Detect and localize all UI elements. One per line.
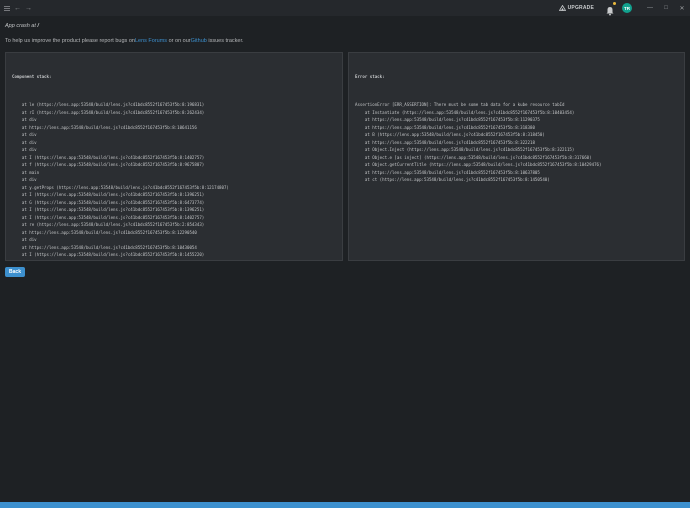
error-stack-line: at Object.getCurrentTitle (https://lens.… <box>355 162 602 167</box>
error-stack-line: at ct (https://lens.app:53548/build/lens… <box>355 177 550 182</box>
component-stack-line: at rI (https://lens.app:53548/build/lens… <box>12 109 205 115</box>
notification-badge <box>613 2 616 5</box>
component-stack-line: at https://lens.app:53548/build/lens.js?… <box>12 259 336 261</box>
component-stack-line: at div <box>12 117 37 122</box>
upgrade-icon <box>558 5 566 11</box>
component-stack-line: at I (https://lens.app:53548/build/lens.… <box>12 207 205 212</box>
error-stack-line: at https://lens.app:53548/build/lens.js?… <box>355 117 540 122</box>
title-prefix: App crash at <box>5 23 36 29</box>
component-stack-line: at https://lens.app:53548/build/lens.js?… <box>12 124 197 130</box>
component-stack-lines: at le (https://lens.app:53548/build/lens… <box>12 101 336 261</box>
component-stack-line: at I (https://lens.app:53548/build/lens.… <box>12 214 205 220</box>
error-stack-header: Error stack: <box>355 74 385 79</box>
component-stack-line: at re (https://lens.app:53548/build/lens… <box>12 222 205 227</box>
component-stack-line: at I (https://lens.app:53548/build/lens.… <box>12 154 205 160</box>
component-stack-line: at f (https://lens.app:53548/build/lens.… <box>12 162 205 167</box>
component-stack-line: at div <box>12 147 37 152</box>
minimize-icon[interactable]: — <box>642 0 658 16</box>
upgrade-label: UPGRADE <box>567 5 594 11</box>
error-stack-panel: Error stack: AssertionError [ERR_ASSERTI… <box>348 52 685 261</box>
nav-controls: ← → <box>1 0 34 16</box>
lens-forums-link[interactable]: Lens Forums <box>135 38 167 44</box>
back-arrow-icon[interactable]: ← <box>12 0 23 16</box>
component-stack-panel: Component stack: at le (https://lens.app… <box>5 52 343 261</box>
top-bar: ← → UPGRADE TR — □ ✕ <box>0 0 690 16</box>
status-bar <box>0 502 690 508</box>
notifications-bell-icon[interactable] <box>606 2 616 16</box>
component-stack-line: at https://lens.app:53548/build/lens.js?… <box>12 244 197 250</box>
component-stack-line: at https://lens.app:53548/build/lens.js?… <box>12 229 197 235</box>
component-stack-line: at G (https://lens.app:53548/build/lens.… <box>12 199 205 205</box>
back-button[interactable]: Back <box>5 267 25 277</box>
github-link[interactable]: Github <box>191 38 207 44</box>
component-stack-line: at y.getProps (https://lens.app:53548/bu… <box>12 184 229 190</box>
component-stack-line: at div <box>12 139 37 145</box>
error-stack-line: at https://lens.app:53548/build/lens.js?… <box>355 139 535 145</box>
forward-arrow-icon[interactable]: → <box>23 0 34 16</box>
avatar[interactable]: TR <box>622 3 632 13</box>
component-stack-line: at div <box>12 177 37 182</box>
error-stack-line: at Object.Inject (https://lens.app:53548… <box>355 147 575 152</box>
menu-icon[interactable] <box>1 0 12 16</box>
top-bar-actions: UPGRADE TR — □ ✕ <box>558 0 690 16</box>
upgrade-button[interactable]: UPGRADE <box>558 5 594 11</box>
page-title: App crash at / <box>5 23 39 29</box>
error-stack-line: at https://lens.app:53548/build/lens.js?… <box>355 169 540 175</box>
error-stack-line: at https://lens.app:53548/build/lens.js?… <box>355 124 535 130</box>
error-stack-lines: AssertionError [ERR_ASSERTION]: There mu… <box>355 101 678 184</box>
error-stack-line: at B (https://lens.app:53548/build/lens.… <box>355 132 545 137</box>
error-stack-line: AssertionError [ERR_ASSERTION]: There mu… <box>355 102 565 107</box>
component-stack-line: at main <box>12 169 40 175</box>
error-stack-line: at Instantiate (https://lens.app:53548/b… <box>355 109 575 115</box>
help-text: To help us improve the product please re… <box>5 38 244 44</box>
close-icon[interactable]: ✕ <box>674 0 690 16</box>
help-prefix: To help us improve the product please re… <box>5 38 135 44</box>
component-stack-line: at div <box>12 132 37 137</box>
component-stack-header: Component stack: <box>12 74 52 79</box>
component-stack-line: at I (https://lens.app:53548/build/lens.… <box>12 252 205 257</box>
help-suffix: issues tracker. <box>206 38 244 44</box>
component-stack-line: at div <box>12 237 37 242</box>
error-stack-line: at Object.e [as inject] (https://lens.ap… <box>355 154 592 160</box>
title-path: / <box>37 23 39 29</box>
help-middle: or on our <box>167 38 191 44</box>
component-stack-line: at I (https://lens.app:53548/build/lens.… <box>12 192 205 197</box>
maximize-icon[interactable]: □ <box>658 0 674 16</box>
component-stack-line: at le (https://lens.app:53548/build/lens… <box>12 102 205 107</box>
